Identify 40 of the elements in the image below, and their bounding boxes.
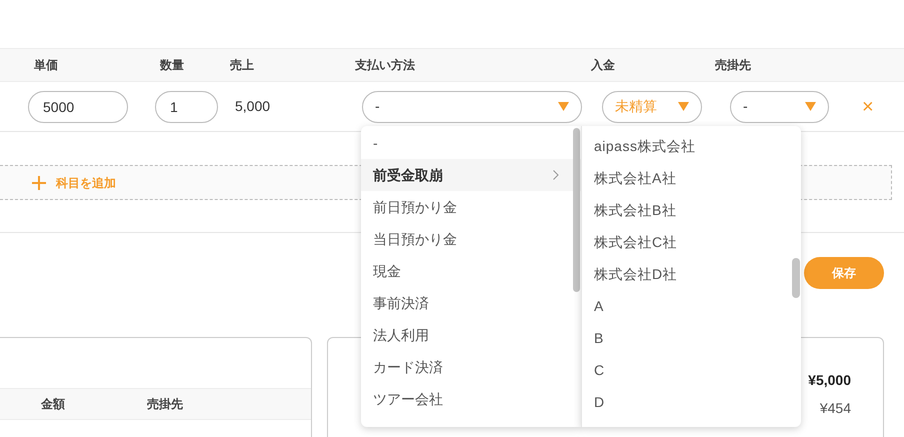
receivable-select[interactable]: - — [730, 90, 829, 122]
menu-item[interactable]: 現金 — [361, 255, 581, 287]
column-header: 金額 — [41, 396, 66, 413]
column-header: 数量 — [160, 57, 185, 74]
chevron-right-icon — [553, 170, 559, 180]
caret-icon — [678, 102, 689, 111]
plus-icon — [32, 176, 46, 190]
menu-item[interactable]: B — [582, 322, 801, 354]
menu-item[interactable]: aipass株式会社 — [582, 130, 801, 162]
menu-item[interactable]: 株式会社B社 — [582, 194, 801, 226]
column-header: 売掛先 — [147, 396, 183, 413]
summary-value: ¥454 — [820, 398, 851, 418]
menu-item[interactable]: 株式会社D社 — [582, 258, 801, 290]
menu-item[interactable]: A — [582, 290, 801, 322]
menu-item[interactable]: 前受金取崩 — [361, 159, 581, 191]
menu-item[interactable]: 法人利用 — [361, 319, 581, 351]
column-header: 売掛先 — [715, 57, 752, 74]
menu-item[interactable]: - — [361, 127, 581, 159]
menu-item[interactable]: 株式会社A社 — [582, 162, 801, 194]
menu-item[interactable]: D — [582, 386, 801, 418]
menu-item[interactable]: 株式会社C社 — [582, 226, 801, 258]
payment-method-select[interactable]: - — [362, 90, 582, 122]
sales-amount: 5,000 — [235, 97, 272, 116]
scrollbar[interactable] — [792, 258, 800, 298]
column-header: 入金 — [591, 57, 616, 74]
menu-item[interactable]: C — [582, 354, 801, 386]
quantity-field[interactable]: 1 — [155, 90, 218, 122]
scrollbar[interactable] — [573, 128, 580, 292]
menu-item[interactable]: カード決済 — [361, 351, 581, 383]
unit-price-field[interactable]: 5000 — [28, 90, 128, 122]
menu-item[interactable]: ツアー会社 — [361, 383, 581, 415]
caret-icon — [805, 102, 816, 111]
column-header: 支払い方法 — [355, 57, 416, 74]
menu-item[interactable]: 事前決済 — [361, 287, 581, 319]
column-header: 単価 — [34, 57, 59, 74]
menu-item[interactable]: 前日預かり金 — [361, 191, 581, 223]
menu-item[interactable]: 当日預かり金 — [361, 223, 581, 255]
column-header: 売上 — [230, 57, 255, 74]
summary-value: ¥5,000 — [808, 370, 851, 390]
caret-icon — [558, 102, 569, 111]
